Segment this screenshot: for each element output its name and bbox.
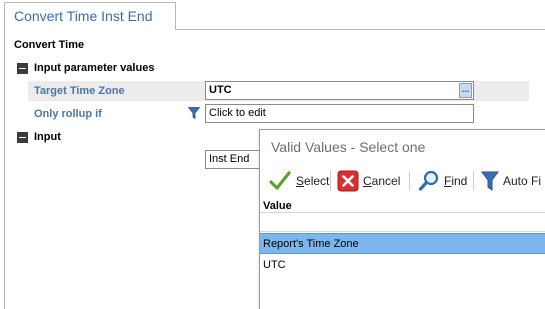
list-item[interactable]: UTC: [260, 255, 545, 276]
input-field[interactable]: Inst End: [205, 150, 265, 169]
find-label: Find: [444, 174, 468, 188]
valid-values-popup: Valid Values - Select one Select Cancel: [259, 129, 545, 309]
list-item-label: Report's Time Zone: [263, 238, 359, 250]
auto-fit-button[interactable]: Auto Fi: [481, 166, 541, 196]
collapse-icon[interactable]: [17, 62, 28, 74]
group-input-parameter-values[interactable]: Input parameter values: [17, 62, 154, 74]
ellipsis-button[interactable]: ...: [459, 83, 472, 98]
filter-icon: [481, 171, 499, 191]
list-item-label: UTC: [263, 259, 286, 271]
cancel-button[interactable]: Cancel: [337, 166, 400, 196]
group-label: Input: [34, 131, 61, 143]
field-value: Click to edit: [209, 107, 266, 119]
field-value: Inst End: [209, 153, 250, 165]
toolbar-separator: [409, 171, 410, 191]
property-label: Target Time Zone: [34, 85, 125, 97]
group-input[interactable]: Input: [17, 131, 61, 143]
auto-fit-label: Auto Fi: [503, 174, 542, 188]
toolbar-separator: [473, 171, 474, 191]
property-label: Only rollup if: [34, 108, 102, 120]
cancel-icon: [337, 170, 359, 192]
filter-icon[interactable]: [188, 107, 200, 119]
popup-title: Valid Values - Select one: [271, 139, 426, 155]
properties-window: Convert Time Inst End Convert Time Input…: [0, 0, 545, 309]
group-label: Input parameter values: [34, 62, 155, 74]
toolbar-separator: [330, 171, 331, 191]
section-title: Convert Time: [14, 39, 85, 51]
find-button[interactable]: Find: [418, 166, 467, 196]
popup-toolbar: Select Cancel Find Auto Fi: [260, 166, 545, 196]
grid-filter-row[interactable]: [260, 212, 545, 232]
only-rollup-if-field[interactable]: Click to edit: [205, 104, 474, 123]
list-item[interactable]: Report's Time Zone: [260, 233, 545, 254]
panel-border: [4, 29, 5, 309]
cancel-label: Cancel: [363, 174, 401, 188]
select-button[interactable]: Select: [268, 166, 329, 196]
magnifier-icon: [418, 170, 439, 191]
checkmark-icon: [269, 171, 291, 190]
value-column-header[interactable]: Value: [263, 200, 292, 212]
select-label: Select: [296, 174, 330, 188]
collapse-icon[interactable]: [17, 131, 28, 143]
tab-convert-time-inst-end[interactable]: Convert Time Inst End: [4, 2, 176, 30]
tab-divider: [176, 29, 545, 30]
target-time-zone-field[interactable]: UTC ...: [205, 81, 474, 100]
field-value: UTC: [209, 84, 232, 96]
